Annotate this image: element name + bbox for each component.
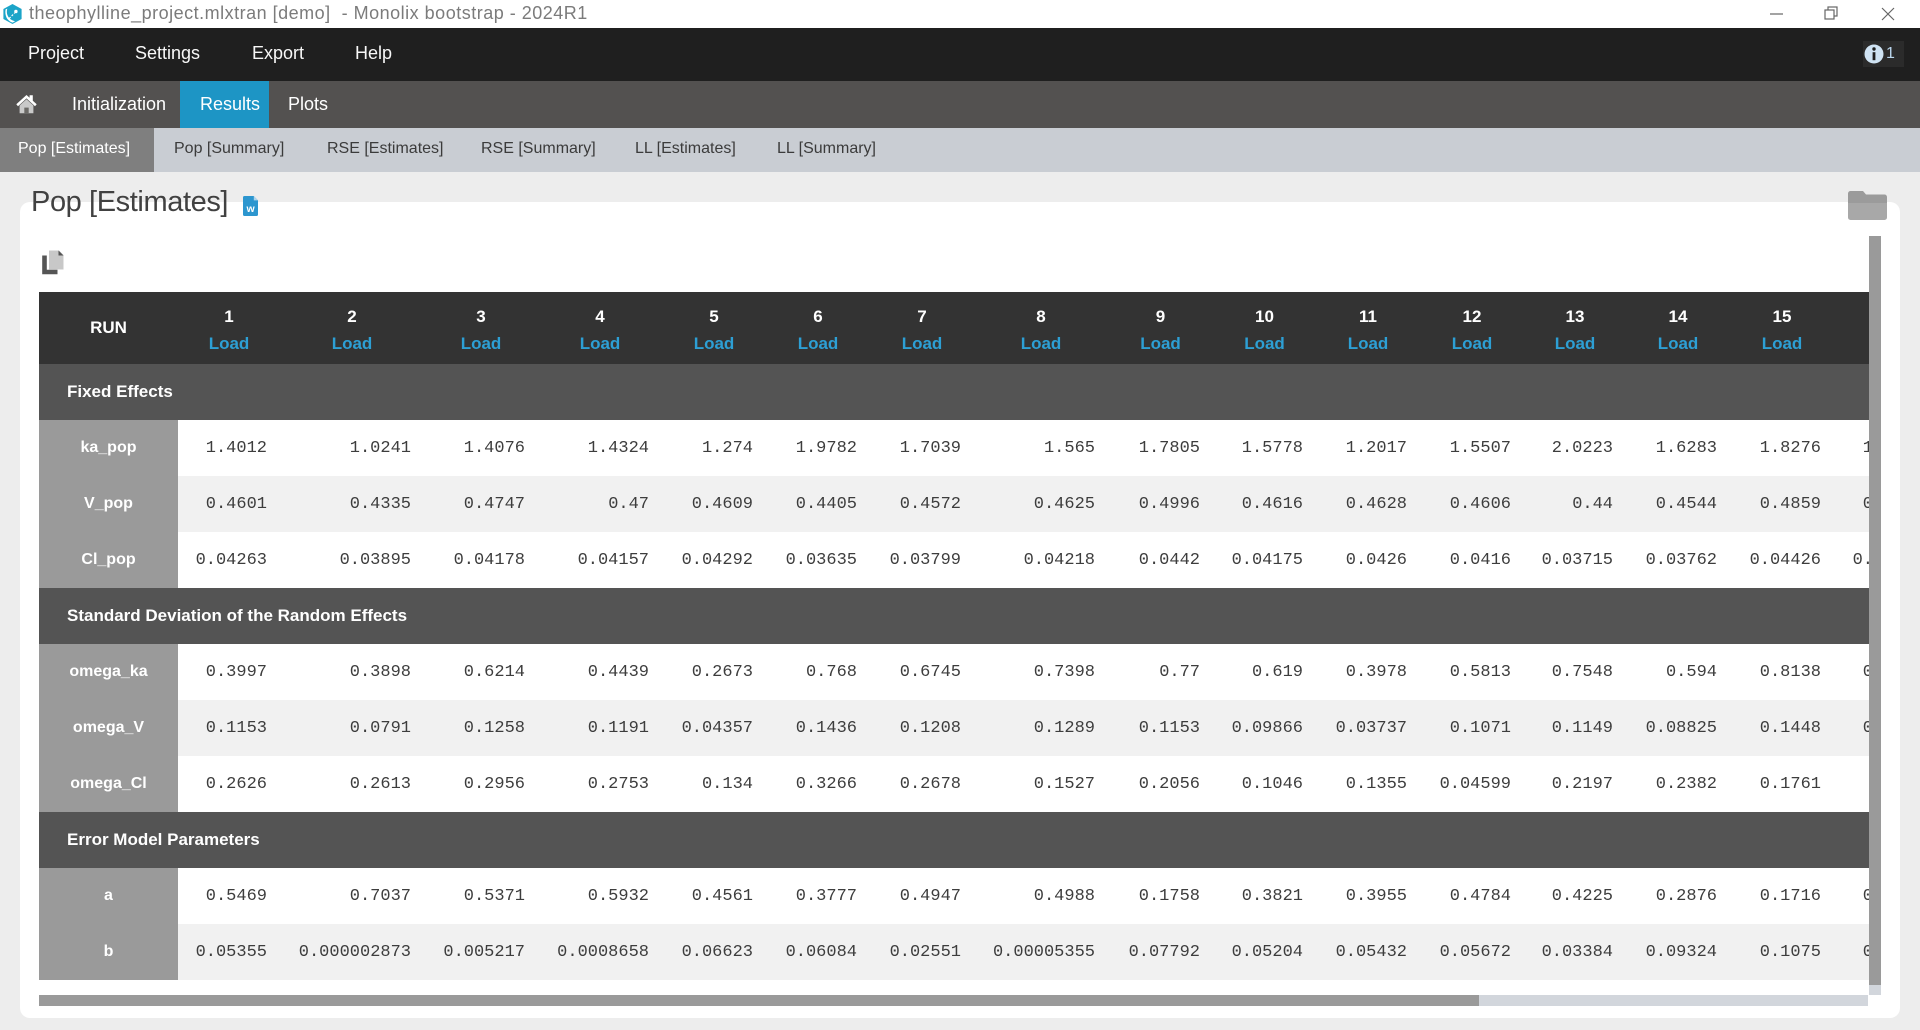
svg-text:w: w [246,203,256,215]
